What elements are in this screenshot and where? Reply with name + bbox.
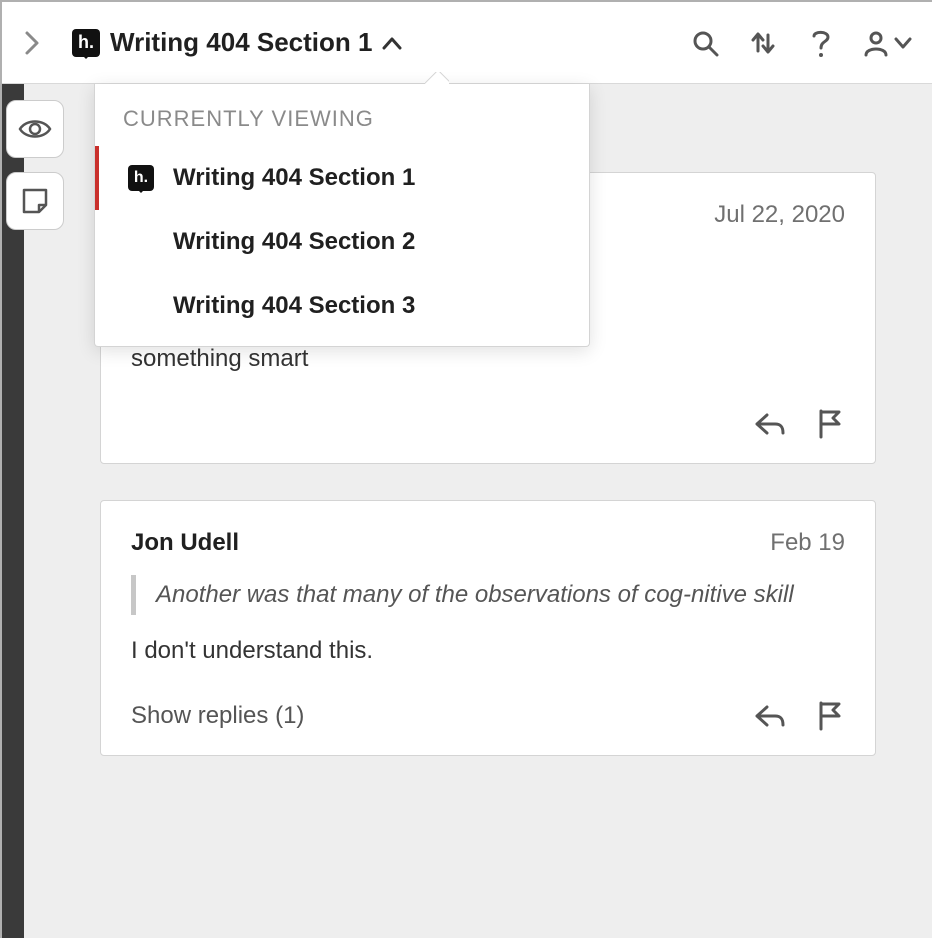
dropdown-item-label: Writing 404 Section 3 bbox=[173, 292, 415, 320]
group-selector[interactable]: h. Writing 404 Section 1 bbox=[72, 27, 402, 58]
annotation-quote: Another was that many of the observation… bbox=[131, 575, 845, 615]
dropdown-item-section-2[interactable]: Writing 404 Section 2 bbox=[95, 210, 589, 274]
annotation-body: I don't understand this. bbox=[131, 637, 845, 665]
dropdown-item-label: Writing 404 Section 2 bbox=[173, 228, 415, 256]
dropdown-item-section-3[interactable]: Writing 404 Section 3 bbox=[95, 274, 589, 338]
search-icon[interactable] bbox=[688, 26, 722, 60]
hypothesis-logo-icon: h. bbox=[72, 29, 100, 57]
dropdown-section-header: CURRENTLY VIEWING bbox=[95, 84, 589, 146]
user-icon bbox=[862, 29, 890, 57]
dropdown-pointer bbox=[425, 72, 449, 84]
annotation-date: Feb 19 bbox=[770, 529, 845, 557]
flag-icon[interactable] bbox=[815, 701, 845, 731]
annotation-author: Jon Udell bbox=[131, 529, 239, 557]
group-dropdown: CURRENTLY VIEWING h. Writing 404 Section… bbox=[94, 84, 590, 347]
annotation-body: something smart bbox=[131, 345, 845, 373]
chevron-down-icon bbox=[894, 37, 912, 49]
chevron-up-icon bbox=[382, 36, 402, 50]
sort-icon[interactable] bbox=[746, 26, 780, 60]
reply-icon[interactable] bbox=[755, 409, 785, 439]
annotation-date: Jul 22, 2020 bbox=[714, 201, 845, 229]
annotation-card[interactable]: Jon Udell Feb 19 Another was that many o… bbox=[100, 500, 876, 756]
user-menu[interactable] bbox=[862, 29, 912, 57]
topbar-actions bbox=[688, 26, 912, 60]
hypothesis-logo-icon: h. bbox=[127, 165, 155, 191]
help-icon[interactable] bbox=[804, 26, 838, 60]
flag-icon[interactable] bbox=[815, 409, 845, 439]
group-selector-label: Writing 404 Section 1 bbox=[110, 27, 372, 58]
show-replies-link[interactable]: Show replies (1) bbox=[131, 702, 304, 730]
collapse-sidebar-chevron[interactable] bbox=[14, 25, 50, 61]
reply-icon[interactable] bbox=[755, 701, 785, 731]
dropdown-item-label: Writing 404 Section 1 bbox=[173, 164, 415, 192]
dropdown-item-section-1[interactable]: h. Writing 404 Section 1 bbox=[95, 146, 589, 210]
topbar: h. Writing 404 Section 1 bbox=[2, 2, 932, 84]
